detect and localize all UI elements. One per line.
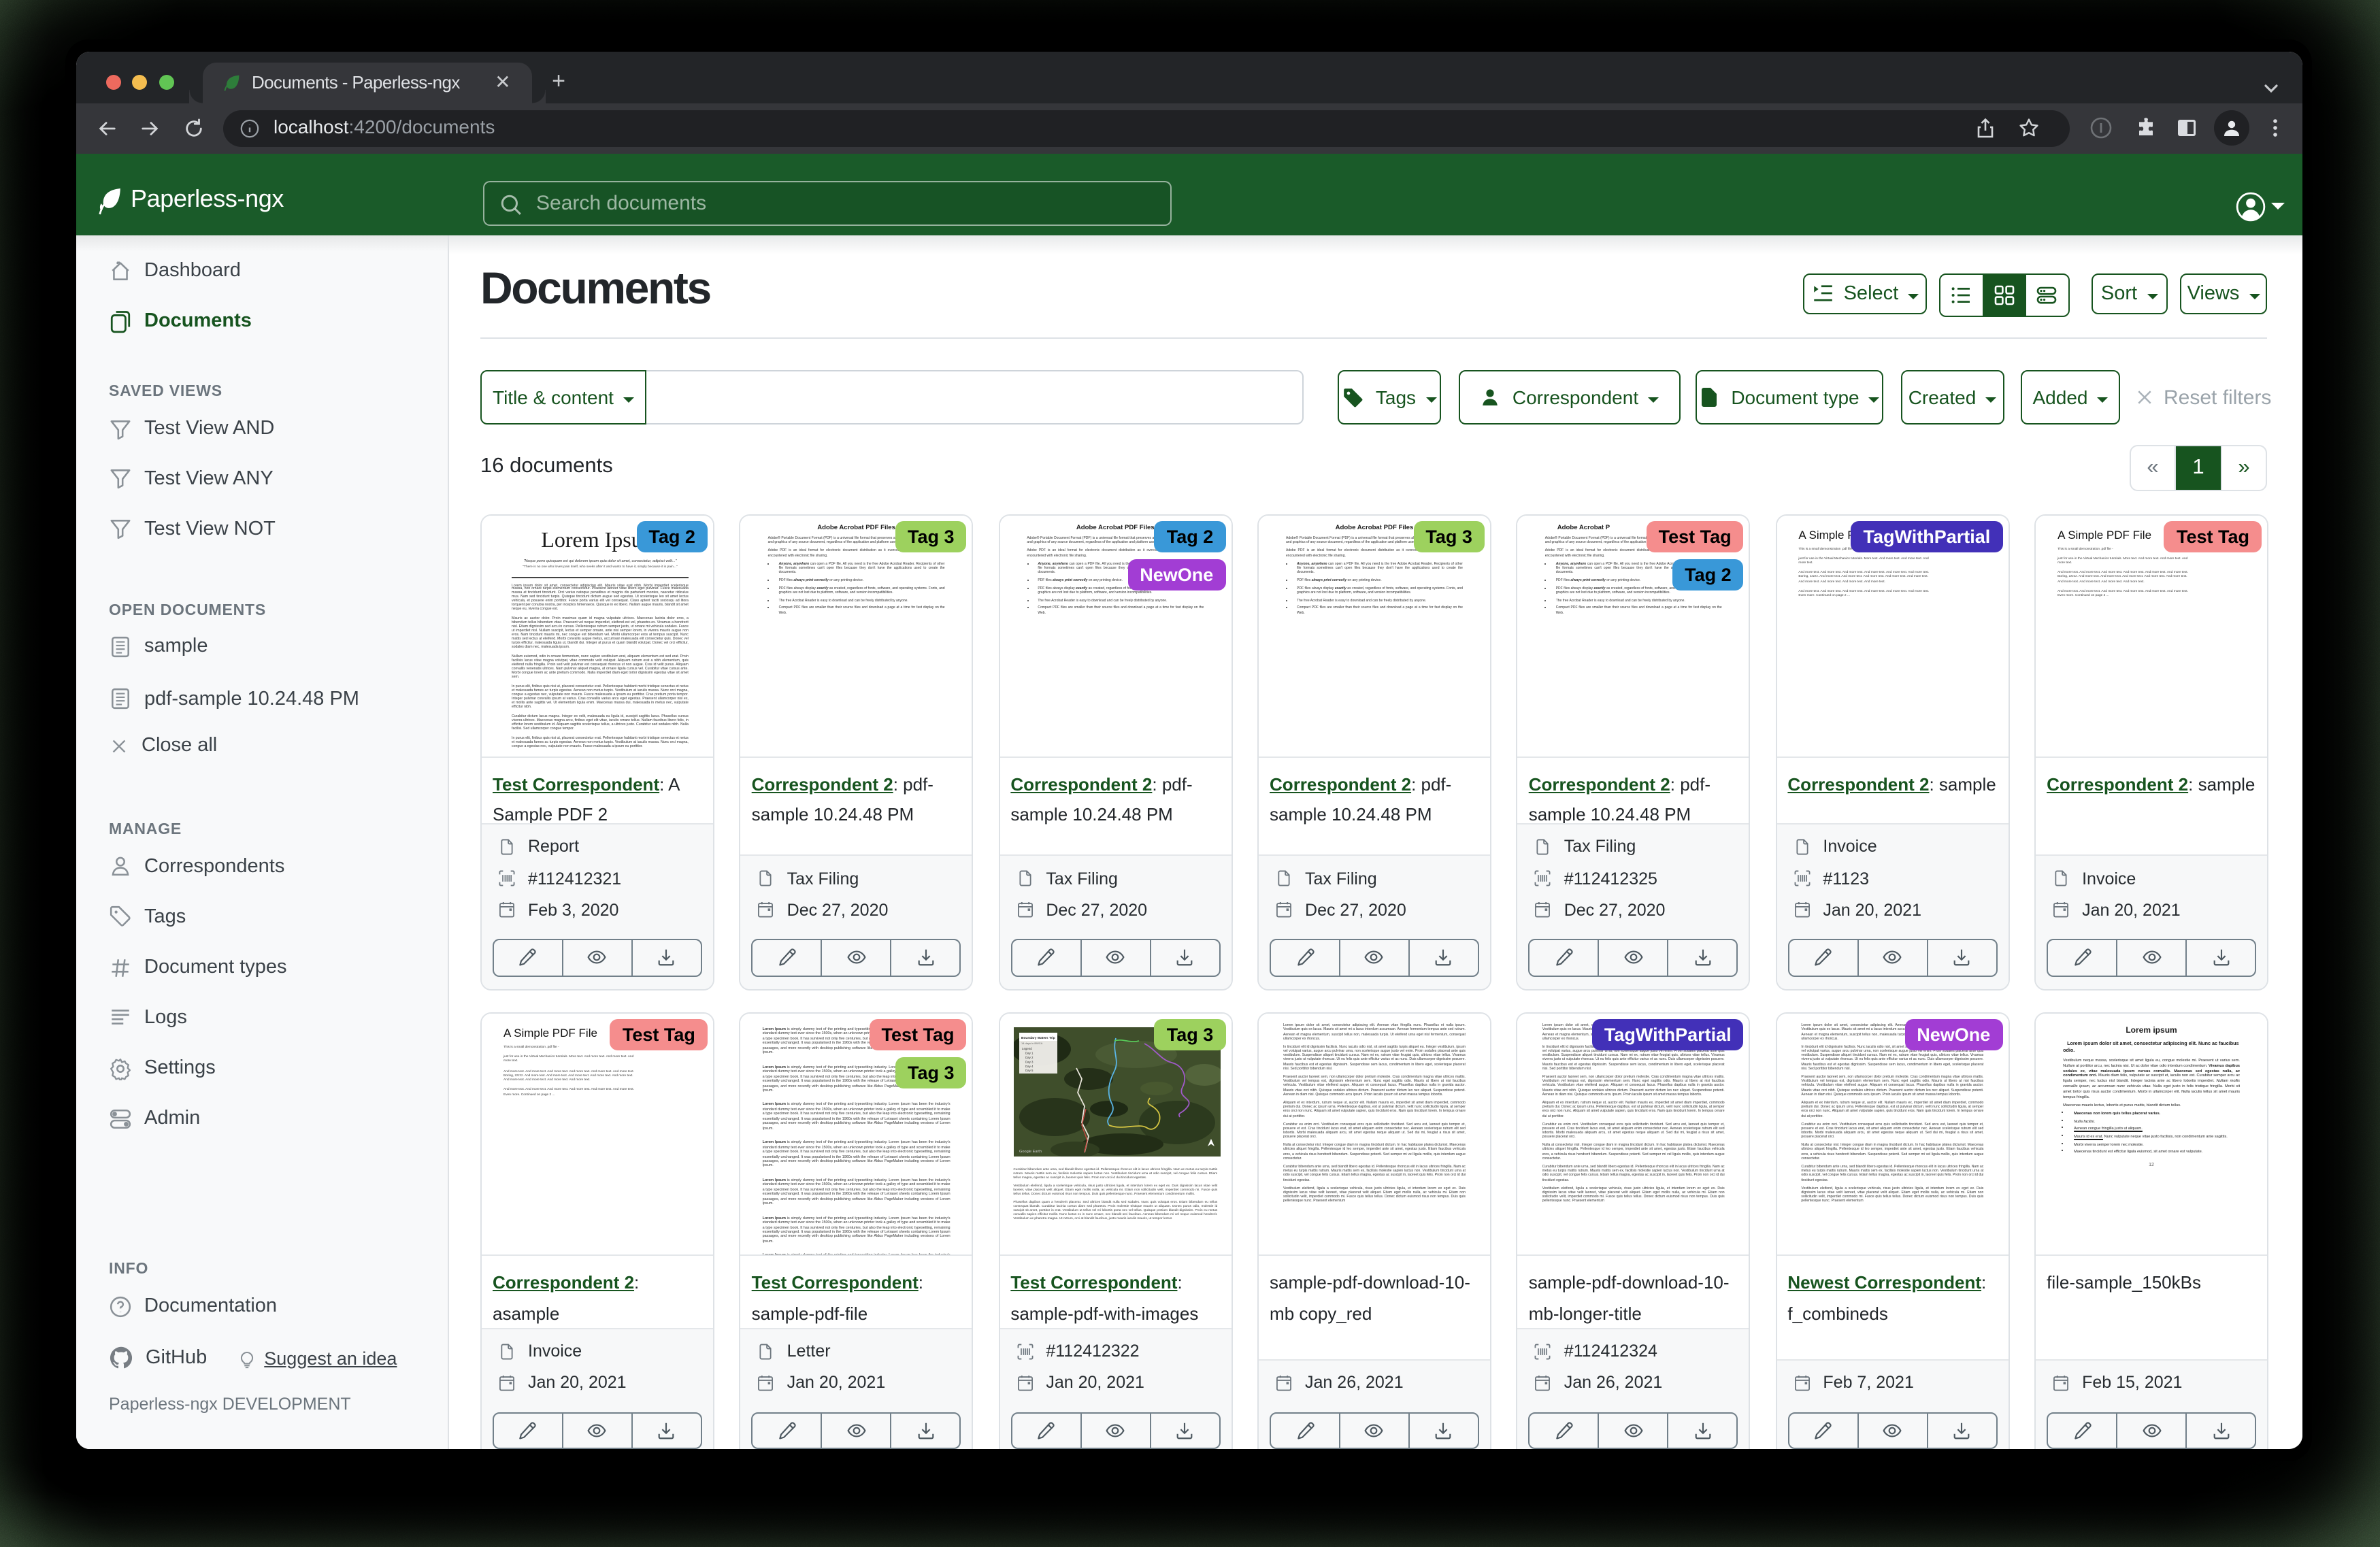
svg-text:Day 3: Day 3 — [1025, 1060, 1033, 1063]
svg-text:Google Earth: Google Earth — [1019, 1150, 1041, 1154]
svg-text:Day 5: Day 5 — [1025, 1069, 1033, 1072]
svg-text:Day 4: Day 4 — [1025, 1065, 1033, 1068]
svg-text:Day 1: Day 1 — [1025, 1052, 1033, 1055]
svg-text:14 days in BWCA: 14 days in BWCA — [1021, 1042, 1042, 1045]
svg-text:Boundary Waters Trip: Boundary Waters Trip — [1021, 1036, 1055, 1040]
svg-text:Day 2: Day 2 — [1025, 1056, 1033, 1059]
svg-text:Legend: Legend — [1021, 1047, 1031, 1050]
